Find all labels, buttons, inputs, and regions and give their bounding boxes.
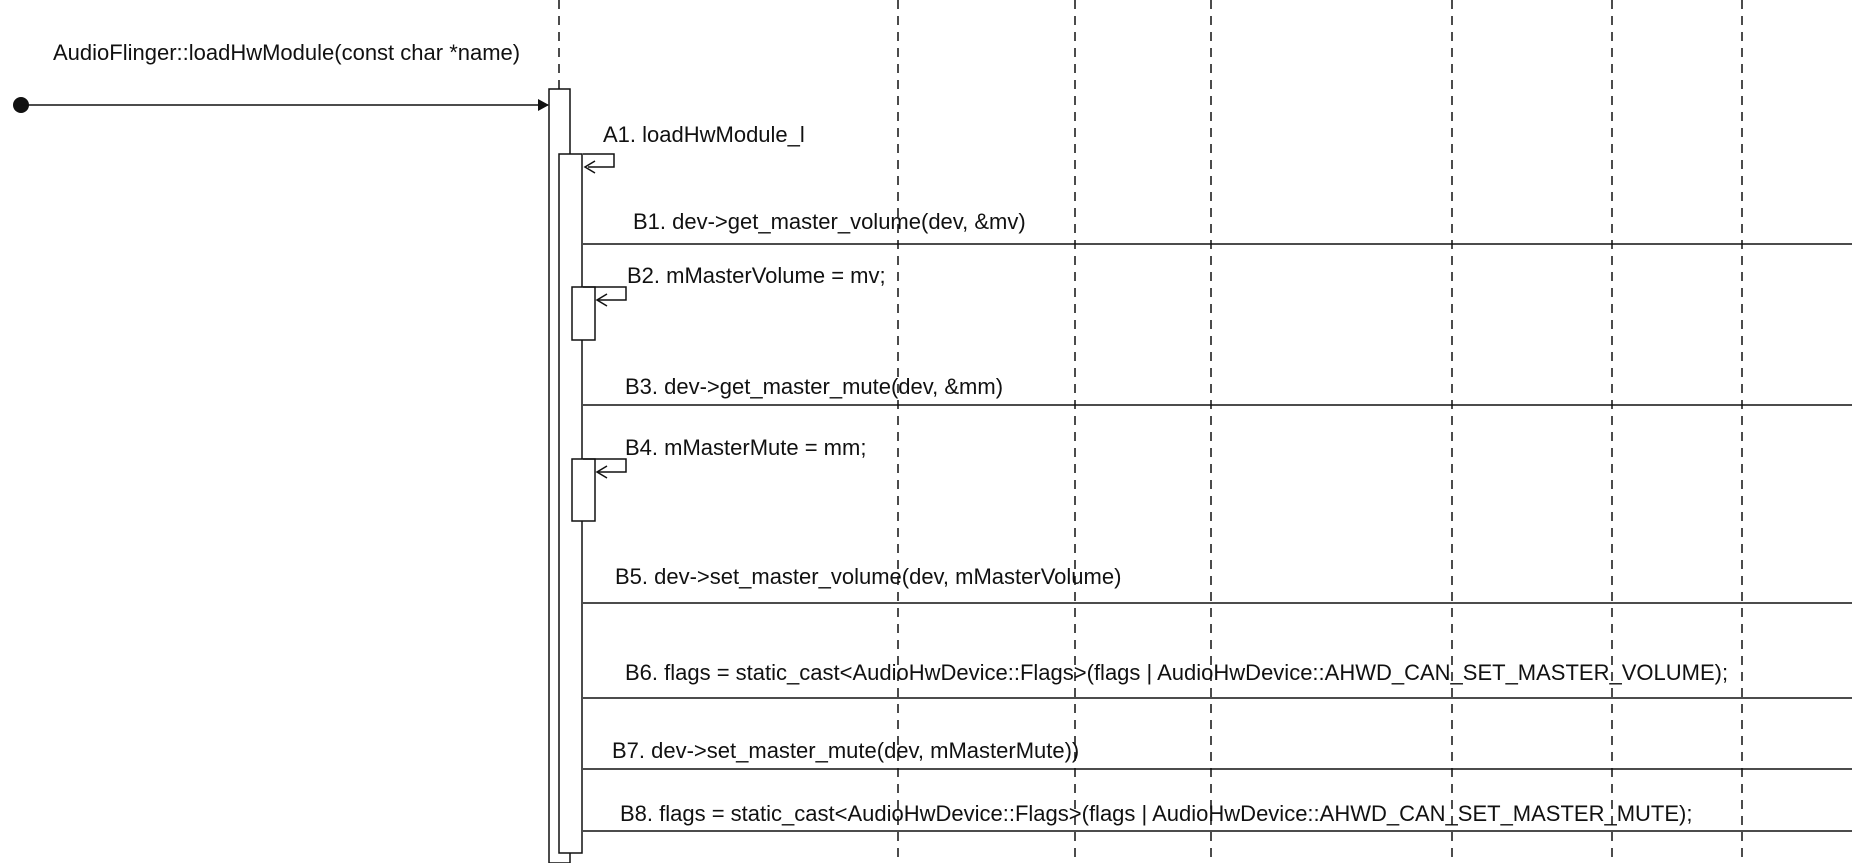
message-b3: B3. dev->get_master_mute(dev, &mm) [583, 374, 1852, 406]
b8-label: B8. flags = static_cast<AudioHwDevice::F… [620, 801, 1692, 826]
b6-label: B6. flags = static_cast<AudioHwDevice::F… [625, 660, 1728, 685]
message-b8: B8. flags = static_cast<AudioHwDevice::F… [583, 801, 1852, 832]
message-a1: A1. loadHwModule_l [583, 122, 805, 174]
entry-message: AudioFlinger::loadHwModule(const char *n… [13, 40, 549, 113]
b1-label: B1. dev->get_master_volume(dev, &mv) [633, 209, 1026, 234]
message-b5: B5. dev->set_master_volume(dev, mMasterV… [583, 564, 1852, 604]
message-b1: B1. dev->get_master_volume(dev, &mv) [583, 209, 1852, 245]
b5-label: B5. dev->set_master_volume(dev, mMasterV… [615, 564, 1121, 589]
message-b2: B2. mMasterVolume = mv; [571, 263, 886, 341]
b2-label: B2. mMasterVolume = mv; [627, 263, 886, 288]
b3-label: B3. dev->get_master_mute(dev, &mm) [625, 374, 1003, 399]
b7-label: B7. dev->set_master_mute(dev, mMasterMut… [612, 738, 1079, 763]
b4-activation-bar [571, 458, 596, 522]
a1-label: A1. loadHwModule_l [603, 122, 805, 147]
message-b4: B4. mMasterMute = mm; [571, 435, 866, 522]
b4-label: B4. mMasterMute = mm; [625, 435, 866, 460]
sequence-diagram: AudioFlinger::loadHwModule(const char *n… [13, 0, 1852, 863]
message-b6: B6. flags = static_cast<AudioHwDevice::F… [583, 660, 1852, 699]
message-b7: B7. dev->set_master_mute(dev, mMasterMut… [583, 738, 1852, 770]
b2-activation-bar [571, 286, 596, 341]
entry-call-label: AudioFlinger::loadHwModule(const char *n… [53, 40, 520, 65]
entry-arrowhead [538, 99, 549, 111]
